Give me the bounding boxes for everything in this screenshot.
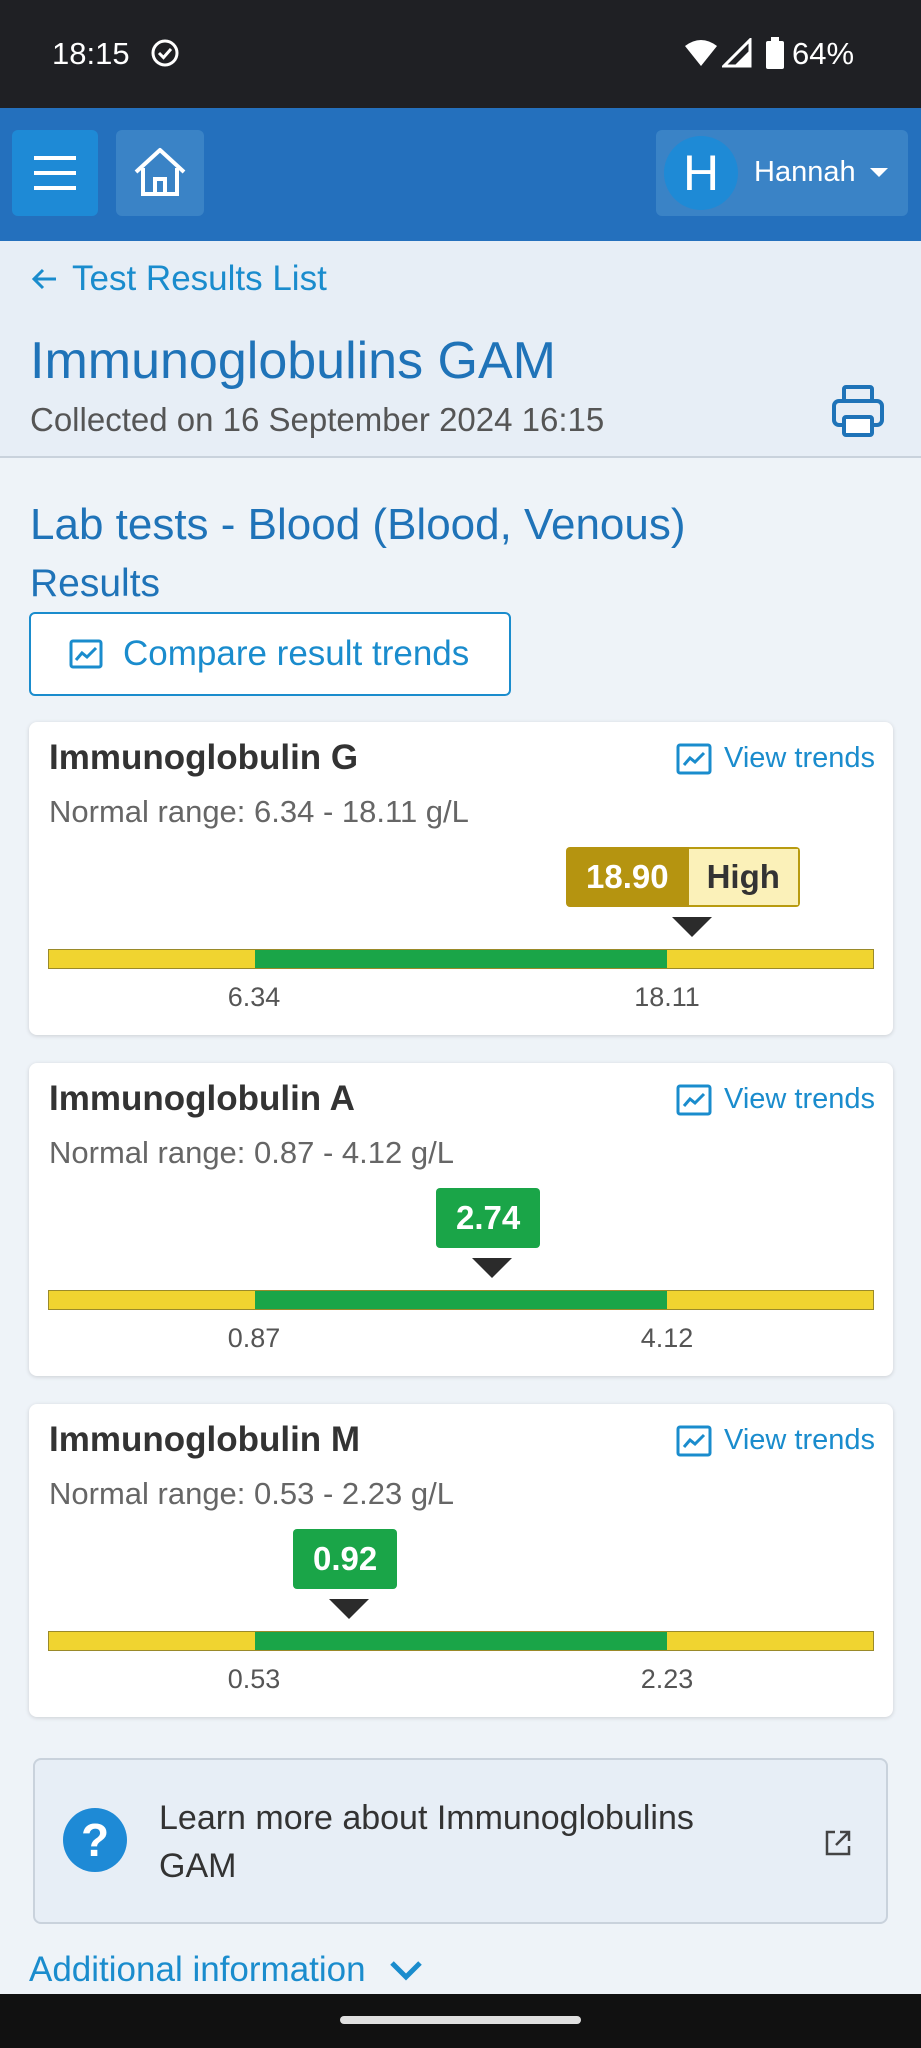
normal-range: Normal range: 0.53 - 2.23 g/L <box>49 1476 454 1511</box>
view-trends-label: View trends <box>724 1083 875 1115</box>
additional-info-label: Additional information <box>29 1950 366 1989</box>
trend-chart-icon <box>69 639 103 669</box>
signal-icon <box>722 38 752 68</box>
home-icon <box>134 148 186 196</box>
trend-chart-icon <box>676 743 712 774</box>
range-low-label: 6.34 <box>227 982 281 1012</box>
normal-range: Normal range: 0.87 - 4.12 g/L <box>49 1135 454 1170</box>
status-time: 18:15 <box>52 36 130 71</box>
result-status: High <box>688 847 800 907</box>
result-card-igg: Immunoglobulin G View trends Normal rang… <box>29 722 893 1035</box>
result-card-iga: Immunoglobulin A View trends Normal rang… <box>29 1063 893 1376</box>
result-value-badge: 2.74 <box>436 1188 541 1248</box>
view-trends-label: View trends <box>724 742 875 774</box>
value-marker <box>328 1599 369 1619</box>
home-gesture-handle[interactable] <box>340 2016 581 2024</box>
caret-down-icon <box>870 168 888 177</box>
user-name: Hannah <box>754 156 856 188</box>
user-menu-button[interactable]: H Hannah <box>656 130 908 216</box>
result-name: Immunoglobulin A <box>49 1079 355 1118</box>
low-zone <box>49 950 255 968</box>
high-zone <box>667 1291 873 1309</box>
result-value: 2.74 <box>436 1188 541 1248</box>
result-card-igm: Immunoglobulin M View trends Normal rang… <box>29 1404 893 1717</box>
high-zone <box>667 950 873 968</box>
view-trends-link[interactable]: View trends <box>676 742 875 775</box>
range-high-label: 4.12 <box>640 1323 694 1353</box>
system-nav-bar <box>0 1994 921 2048</box>
compare-trends-button[interactable]: Compare result trends <box>29 612 511 696</box>
learn-more-text: Learn more about Immunoglobulins GAM <box>159 1799 694 1885</box>
collected-date: Collected on 16 September 2024 16:15 <box>30 401 605 438</box>
normal-range: Normal range: 6.34 - 18.11 g/L <box>49 794 469 829</box>
result-value-badge: 18.90 High <box>566 847 800 907</box>
trend-chart-icon <box>676 1425 712 1456</box>
back-link-label: Test Results List <box>72 259 327 298</box>
sync-check-icon <box>151 39 179 67</box>
hamburger-icon <box>34 156 76 190</box>
section-subtitle: Results <box>30 562 161 605</box>
normal-zone <box>255 950 667 968</box>
low-zone <box>49 1632 255 1650</box>
range-low-label: 0.53 <box>227 1664 281 1694</box>
app-bar: H Hannah <box>0 108 921 241</box>
trend-chart-icon <box>676 1084 712 1115</box>
range-bar <box>48 949 874 969</box>
additional-info-toggle[interactable]: Additional information <box>29 1950 424 1990</box>
value-marker <box>672 917 713 937</box>
range-bar <box>48 1290 874 1310</box>
result-value: 0.92 <box>293 1529 398 1589</box>
value-marker <box>471 1258 512 1278</box>
range-high-label: 18.11 <box>634 982 700 1012</box>
view-trends-label: View trends <box>724 1424 875 1456</box>
compare-trends-label: Compare result trends <box>123 634 470 673</box>
result-value: 18.90 <box>566 847 689 907</box>
battery-percent: 64% <box>792 36 855 71</box>
question-icon: ? <box>63 1808 127 1872</box>
external-link-icon <box>825 1830 851 1856</box>
section-title: Lab tests - Blood (Blood, Venous) <box>30 500 686 549</box>
page-header: Test Results List Immunoglobulins GAM Co… <box>0 241 921 458</box>
page-title: Immunoglobulins GAM <box>30 332 556 390</box>
low-zone <box>49 1291 255 1309</box>
range-low-label: 0.87 <box>227 1323 281 1353</box>
range-high-label: 2.23 <box>640 1664 694 1694</box>
normal-zone <box>255 1632 667 1650</box>
range-bar <box>48 1631 874 1651</box>
view-trends-link[interactable]: View trends <box>676 1424 875 1457</box>
status-bar: 18:15 64% <box>0 0 921 108</box>
home-button[interactable] <box>116 130 204 216</box>
chevron-down-icon <box>389 1961 422 1981</box>
avatar: H <box>664 136 738 210</box>
result-value-badge: 0.92 <box>293 1529 398 1589</box>
battery-icon <box>766 37 784 69</box>
high-zone <box>667 1632 873 1650</box>
wifi-icon <box>685 40 717 66</box>
result-name: Immunoglobulin M <box>49 1420 361 1459</box>
arrow-left-icon <box>31 268 56 290</box>
print-icon[interactable] <box>830 383 886 439</box>
learn-more-box[interactable]: ? Learn more about Immunoglobulins GAM <box>33 1758 888 1924</box>
view-trends-link[interactable]: View trends <box>676 1083 875 1116</box>
back-link[interactable]: Test Results List <box>30 259 327 299</box>
normal-zone <box>255 1291 667 1309</box>
menu-button[interactable] <box>12 130 98 216</box>
result-name: Immunoglobulin G <box>49 738 359 777</box>
